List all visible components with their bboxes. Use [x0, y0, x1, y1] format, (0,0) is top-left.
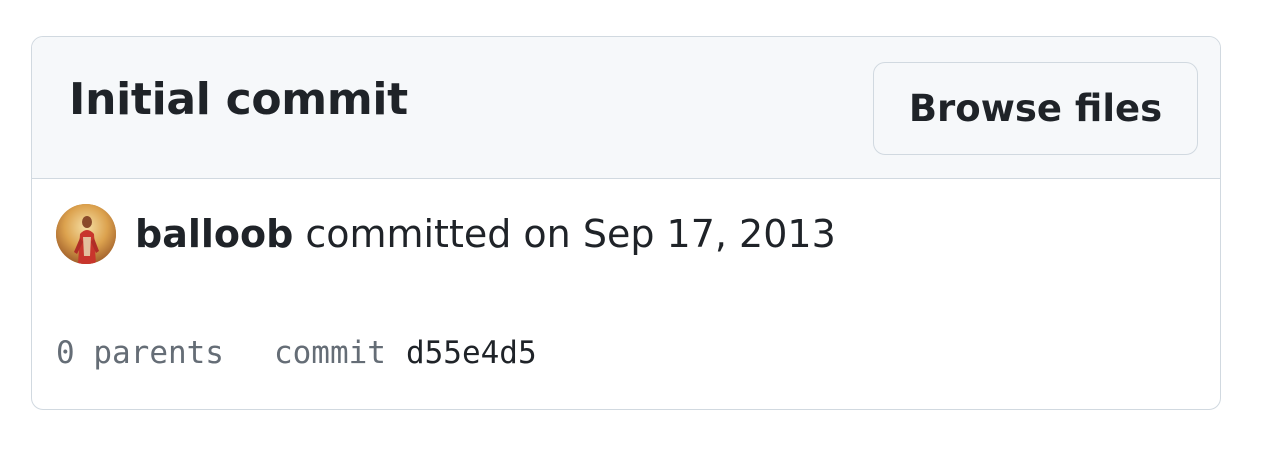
author-link[interactable]: balloob — [135, 212, 293, 256]
committed-date-text: committed on Sep 17, 2013 — [305, 212, 836, 256]
commit-sha[interactable]: d55e4d5 — [406, 335, 537, 371]
avatar-image — [56, 204, 116, 264]
browse-files-button[interactable]: Browse files — [873, 62, 1198, 155]
commit-box: Initial commit Browse files balloob comm… — [31, 36, 1221, 410]
parents-count: 0 parents — [56, 335, 224, 371]
avatar[interactable] — [56, 204, 116, 264]
commit-title: Initial commit — [69, 74, 408, 125]
commit-label: commit — [273, 335, 386, 371]
commit-header: Initial commit Browse files — [32, 37, 1220, 179]
commit-meta-row: 0 parents commit d55e4d5 — [56, 333, 537, 373]
commit-author-row: balloob committed on Sep 17, 2013 — [56, 203, 836, 265]
